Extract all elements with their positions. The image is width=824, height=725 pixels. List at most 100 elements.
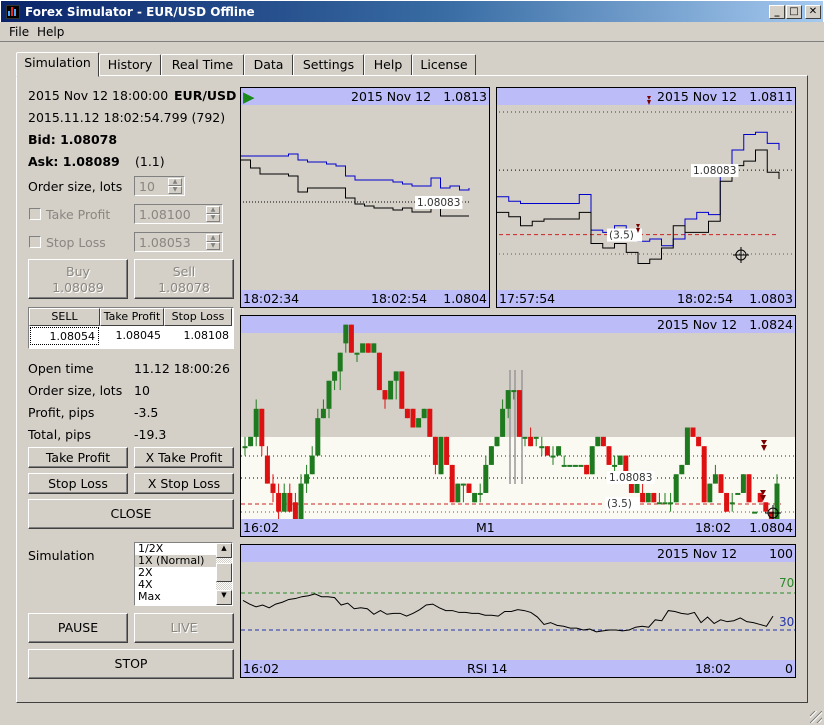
candle-body [628, 483, 634, 493]
resize-grip-icon[interactable] [810, 711, 822, 723]
tab-settings[interactable]: Settings [293, 54, 364, 76]
pause-button[interactable]: PAUSE [28, 613, 128, 643]
position-stop-loss[interactable]: 1.08108 [164, 327, 232, 345]
candle-body [253, 408, 259, 437]
candle-body [242, 446, 248, 449]
simulation-speed-list[interactable]: 1/2X 1X (Normal) 2X 4X Max ▲ ▼ [134, 542, 233, 606]
candle-body [264, 455, 270, 484]
candle-body [752, 511, 758, 514]
position-table: SELL Take Profit Stop Loss 1.08054 1.080… [28, 307, 234, 349]
price-label: 1.08083 [609, 472, 652, 484]
menu-file[interactable]: File [9, 25, 29, 39]
tick-chart-long[interactable]: 2015 Nov 12 1.0811 1.08083 (3.5) 17:57:54… [496, 87, 796, 308]
close-button[interactable]: ✕ [805, 5, 821, 19]
candle-body [438, 436, 444, 475]
candle-body [645, 492, 651, 503]
candle-body [612, 464, 618, 467]
spread-value: (1.1) [135, 154, 165, 169]
x-take-profit-button[interactable]: X Take Profit [134, 447, 234, 468]
candle-body [343, 324, 349, 344]
position-take-profit[interactable]: 1.08045 [100, 327, 164, 345]
close-position-button[interactable]: CLOSE [28, 499, 234, 529]
candlestick-chart[interactable]: 2015 Nov 12 1.0824 1.08083 (3.5) 16:02 M1… [240, 315, 796, 537]
title-bar: Forex Simulator - EUR/USD Offline _ □ ✕ [0, 0, 824, 22]
tab-license[interactable]: License [412, 54, 476, 76]
sim-datetime: 2015 Nov 12 18:00:00 [28, 88, 169, 103]
candle-body [668, 502, 674, 505]
rsi-chart[interactable]: 2015 Nov 12 100 70 30 16:02 RSI 14 18:02 … [240, 544, 796, 678]
chart-end-time: 18:02 [695, 520, 732, 535]
chart-min-value: 0 [785, 661, 793, 676]
candle-body [539, 446, 545, 449]
stop-loss-button[interactable]: Stop Loss [28, 473, 128, 494]
candle-body [337, 352, 343, 372]
tick-chart-short[interactable]: ▶ 2015 Nov 12 1.0813 1.08083 18:02:34 18… [240, 87, 490, 308]
spin-up-icon[interactable]: ▲ [206, 206, 220, 214]
col-header-side[interactable]: SELL [29, 308, 100, 326]
tab-history[interactable]: History [99, 54, 161, 76]
minimize-button[interactable]: _ [769, 5, 785, 19]
candle-body [505, 390, 511, 409]
buy-button[interactable]: Buy 1.08089 [28, 259, 128, 299]
spin-up-icon[interactable]: ▲ [206, 234, 220, 242]
take-profit-checkbox[interactable] [29, 208, 41, 220]
candle-body [533, 436, 539, 439]
live-button[interactable]: LIVE [134, 613, 234, 643]
candle-body [371, 343, 377, 353]
candle-body [584, 464, 590, 475]
order-size-spinner[interactable]: 10 ▲ ▼ [134, 176, 185, 196]
candle-body [600, 436, 606, 447]
tab-help[interactable]: Help [364, 54, 412, 76]
candle-body [460, 483, 466, 486]
scroll-up-icon[interactable]: ▲ [216, 543, 232, 558]
candle-body [248, 436, 254, 447]
position-size-label: Order size, lots [28, 383, 123, 398]
stop-loss-label: Stop Loss [46, 235, 106, 250]
candle-body [477, 492, 483, 495]
position-open-price[interactable]: 1.08054 [30, 327, 99, 345]
stop-button[interactable]: STOP [28, 649, 234, 679]
chart-start-time: 17:57:54 [499, 291, 556, 306]
candle-body [466, 483, 472, 493]
candle-body [707, 483, 713, 503]
candle-body [287, 492, 293, 512]
scroll-down-icon[interactable]: ▼ [216, 590, 232, 605]
candle-body [567, 464, 573, 467]
stop-loss-checkbox[interactable] [29, 236, 41, 248]
candle-body [595, 436, 601, 447]
sell-price: 1.08078 [158, 280, 210, 296]
tab-data[interactable]: Data [244, 54, 293, 76]
candle-body [354, 352, 360, 355]
candle-body [662, 502, 668, 505]
symbol-label: EUR/USD [174, 88, 237, 103]
tab-real-time[interactable]: Real Time [161, 54, 244, 76]
candle-body [696, 436, 702, 447]
speed-option[interactable]: Max [135, 591, 217, 603]
stop-loss-spinner[interactable]: 1.08053 ▲ ▼ [134, 232, 223, 252]
candle-body [416, 418, 422, 428]
candle-body [500, 408, 506, 437]
take-profit-button[interactable]: Take Profit [28, 447, 128, 468]
chart-footer: 17:57:54 18:02:54 1.0803 [497, 290, 795, 307]
candle-body [455, 483, 461, 503]
scroll-thumb[interactable] [216, 563, 232, 582]
take-profit-spinner[interactable]: 1.08100 ▲ ▼ [134, 204, 223, 224]
spin-down-icon[interactable]: ▼ [168, 186, 182, 194]
spin-up-icon[interactable]: ▲ [168, 178, 182, 186]
candle-body [556, 446, 562, 456]
price-label: 1.08083 [417, 197, 460, 209]
menu-help[interactable]: Help [37, 25, 64, 39]
spin-down-icon[interactable]: ▼ [206, 242, 220, 250]
col-header-take-profit[interactable]: Take Profit [100, 308, 164, 326]
sell-button[interactable]: Sell 1.08078 [134, 259, 234, 299]
chart-min-price: 1.0804 [749, 520, 793, 535]
col-header-stop-loss[interactable]: Stop Loss [164, 308, 232, 326]
tab-simulation[interactable]: Simulation [16, 52, 99, 77]
maximize-button[interactable]: □ [786, 5, 802, 19]
list-scrollbar[interactable]: ▲ ▼ [216, 543, 232, 605]
total-value: -19.3 [134, 427, 167, 442]
x-stop-loss-button[interactable]: X Stop Loss [134, 473, 234, 494]
simulation-label: Simulation [28, 548, 95, 563]
spin-down-icon[interactable]: ▼ [206, 214, 220, 222]
order-size-label: Order size, lots [28, 179, 123, 194]
